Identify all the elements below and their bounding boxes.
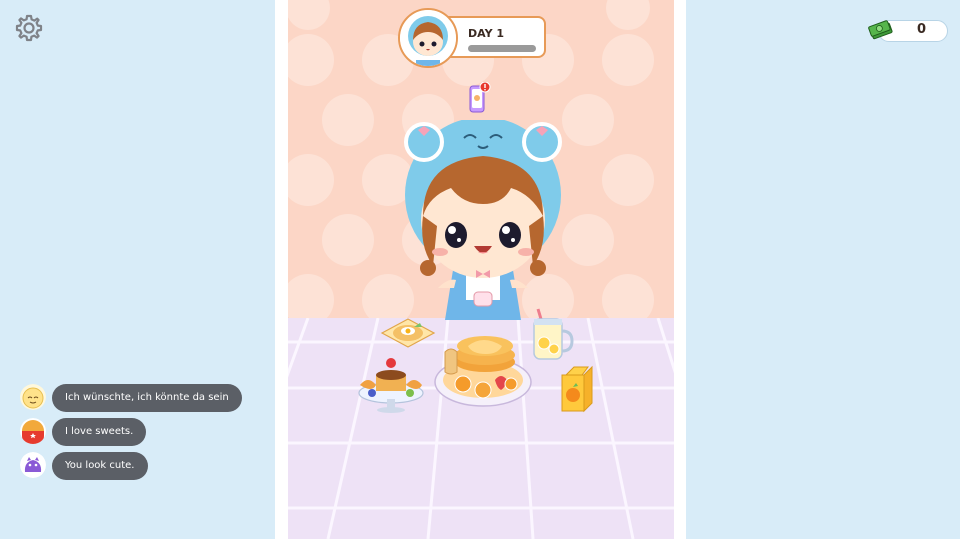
chat-bubble: You look cute. xyxy=(52,452,148,480)
avatar xyxy=(20,418,46,444)
lemonade-jar[interactable] xyxy=(528,305,576,363)
toast-plate[interactable] xyxy=(378,315,438,355)
chibi-girl-character[interactable] xyxy=(398,117,568,320)
day-label: DAY 1 xyxy=(468,27,505,40)
money-value: 0 xyxy=(916,22,926,37)
chat-bubble: I love sweets. xyxy=(52,418,147,446)
gear-icon[interactable] xyxy=(14,13,44,43)
avatar xyxy=(20,452,46,478)
day-progress-bar xyxy=(468,45,536,52)
avatar xyxy=(20,384,46,410)
right-panel xyxy=(686,0,960,539)
game-stage: DAY 1 xyxy=(275,0,686,539)
cash-icon xyxy=(868,18,894,42)
phone-notification-icon[interactable] xyxy=(469,81,491,116)
day-indicator: DAY 1 xyxy=(398,8,548,68)
money-counter: 0 xyxy=(868,20,948,42)
orange-juice-carton[interactable] xyxy=(558,365,603,415)
game-scene[interactable]: DAY 1 xyxy=(288,0,674,539)
chat-bubble: Ich wünschte, ich könnte da sein xyxy=(52,384,242,412)
pancake-plate[interactable] xyxy=(433,322,533,407)
character-portrait xyxy=(398,8,458,68)
pudding-parfait[interactable] xyxy=(356,355,426,415)
